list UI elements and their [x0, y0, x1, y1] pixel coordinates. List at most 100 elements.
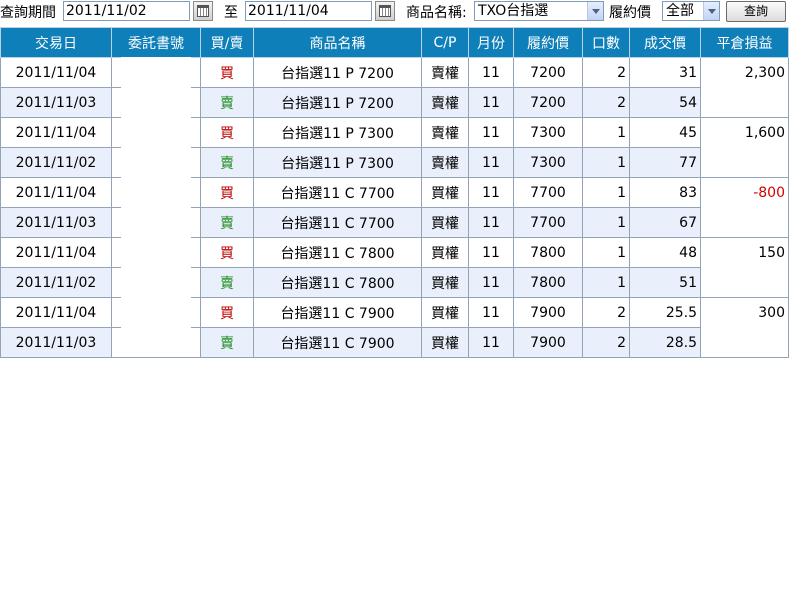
quantity: 1: [582, 177, 630, 208]
table-header-row: 交易日 委託書號 買/賣 商品名稱 C/P 月份 履約價 口數 成交價 平倉損益: [0, 27, 789, 58]
trade-price: 31: [629, 57, 701, 88]
call-put: 買權: [421, 237, 469, 268]
table-row[interactable]: 2011/11/03 賣 台指選11 C 7900 買權 11 7900 2 2…: [0, 327, 789, 358]
trade-date: 2011/11/04: [0, 117, 112, 148]
strike-price: 7900: [513, 297, 583, 328]
side: 買: [200, 297, 254, 328]
trade-price: 28.5: [629, 327, 701, 358]
query-toolbar: 查詢期間 至 商品名稱: TXO台指選 履約價 全部 查詢: [0, 0, 800, 26]
table-row[interactable]: 2011/11/02 賣 台指選11 P 7300 賣權 11 7300 1 7…: [0, 147, 789, 178]
strike-price: 7200: [513, 57, 583, 88]
side: 賣: [200, 147, 254, 178]
strike-price: 7700: [513, 207, 583, 238]
call-put: 買權: [421, 207, 469, 238]
side: 買: [200, 177, 254, 208]
trade-price: 48: [629, 237, 701, 268]
trade-price: 45: [629, 117, 701, 148]
quantity: 2: [582, 327, 630, 358]
quantity: 1: [582, 147, 630, 178]
table-row[interactable]: 2011/11/04 買 台指選11 P 7300 賣權 11 7300 1 4…: [0, 117, 789, 178]
col-header-trade-date[interactable]: 交易日: [0, 27, 112, 58]
month: 11: [468, 327, 514, 358]
dropdown-arrow-icon[interactable]: [587, 2, 603, 20]
quantity: 2: [582, 87, 630, 118]
month: 11: [468, 147, 514, 178]
product-name: 台指選11 C 7700: [253, 207, 422, 238]
date-from-input[interactable]: [63, 1, 190, 21]
product-label: 商品名稱:: [406, 5, 467, 21]
table-row[interactable]: 2011/11/03 賣 台指選11 C 7700 買權 11 7700 1 6…: [0, 207, 789, 238]
product-name: 台指選11 C 7800: [253, 267, 422, 298]
table-row[interactable]: 2011/11/04 買 台指選11 C 7800 買權 11 7800 1 4…: [0, 237, 789, 298]
call-put: 賣權: [421, 147, 469, 178]
table-row[interactable]: 2011/11/02 賣 台指選11 C 7800 買權 11 7800 1 5…: [0, 267, 789, 298]
col-header-strike[interactable]: 履約價: [513, 27, 583, 58]
col-header-product[interactable]: 商品名稱: [253, 27, 422, 58]
product-select[interactable]: TXO台指選: [474, 1, 604, 21]
col-header-cp[interactable]: C/P: [421, 27, 469, 58]
trade-date: 2011/11/03: [0, 87, 112, 118]
realized-pnl: 2,300: [700, 57, 789, 118]
strike-price: 7200: [513, 87, 583, 118]
realized-pnl: 150: [700, 237, 789, 298]
strike-price: 7300: [513, 147, 583, 178]
calendar-icon: [197, 5, 209, 17]
month: 11: [468, 267, 514, 298]
date-to-calendar-button[interactable]: [375, 1, 395, 21]
col-header-pnl[interactable]: 平倉損益: [700, 27, 789, 58]
realized-pnl: -800: [700, 177, 789, 238]
call-put: 買權: [421, 297, 469, 328]
trade-date: 2011/11/02: [0, 147, 112, 178]
col-header-qty[interactable]: 口數: [582, 27, 630, 58]
call-put: 賣權: [421, 87, 469, 118]
trade-table: 交易日 委託書號 買/賣 商品名稱 C/P 月份 履約價 口數 成交價 平倉損益…: [0, 27, 789, 358]
month: 11: [468, 297, 514, 328]
side: 買: [200, 57, 254, 88]
trade-price: 51: [629, 267, 701, 298]
col-header-month[interactable]: 月份: [468, 27, 514, 58]
month: 11: [468, 117, 514, 148]
date-to-input[interactable]: [245, 1, 372, 21]
trade-price: 54: [629, 87, 701, 118]
query-button[interactable]: 查詢: [726, 1, 786, 22]
product-select-value: TXO台指選: [478, 3, 549, 19]
quantity: 2: [582, 297, 630, 328]
strike-price: 7300: [513, 117, 583, 148]
trade-price: 25.5: [629, 297, 701, 328]
product-name: 台指選11 P 7300: [253, 147, 422, 178]
table-row[interactable]: 2011/11/04 買 台指選11 C 7900 買權 11 7900 2 2…: [0, 297, 789, 358]
product-name: 台指選11 P 7200: [253, 57, 422, 88]
to-label: 至: [224, 5, 238, 21]
strike-price: 7900: [513, 327, 583, 358]
call-put: 買權: [421, 267, 469, 298]
call-put: 賣權: [421, 117, 469, 148]
table-row[interactable]: 2011/11/03 賣 台指選11 P 7200 賣權 11 7200 2 5…: [0, 87, 789, 118]
table-row[interactable]: 2011/11/04 買 台指選11 P 7200 賣權 11 7200 2 3…: [0, 57, 789, 118]
strike-price: 7800: [513, 267, 583, 298]
month: 11: [468, 177, 514, 208]
strike-select-value: 全部: [666, 3, 694, 19]
table-row[interactable]: 2011/11/04 買 台指選11 C 7700 買權 11 7700 1 8…: [0, 177, 789, 238]
trade-price: 77: [629, 147, 701, 178]
side: 賣: [200, 267, 254, 298]
col-header-side[interactable]: 買/賣: [200, 27, 254, 58]
period-label: 查詢期間: [0, 5, 56, 21]
col-header-price[interactable]: 成交價: [629, 27, 701, 58]
dropdown-arrow-icon[interactable]: [703, 2, 719, 20]
date-from-calendar-button[interactable]: [193, 1, 213, 21]
side: 賣: [200, 327, 254, 358]
trade-date: 2011/11/04: [0, 57, 112, 88]
strike-price: 7700: [513, 177, 583, 208]
trade-date: 2011/11/04: [0, 177, 112, 208]
quantity: 1: [582, 117, 630, 148]
col-header-order-no[interactable]: 委託書號: [111, 27, 201, 58]
strike-label: 履約價: [609, 5, 651, 21]
product-name: 台指選11 C 7700: [253, 177, 422, 208]
realized-pnl: 1,600: [700, 117, 789, 178]
month: 11: [468, 237, 514, 268]
product-name: 台指選11 C 7800: [253, 237, 422, 268]
call-put: 買權: [421, 327, 469, 358]
strike-select[interactable]: 全部: [662, 1, 720, 21]
month: 11: [468, 207, 514, 238]
quantity: 1: [582, 267, 630, 298]
